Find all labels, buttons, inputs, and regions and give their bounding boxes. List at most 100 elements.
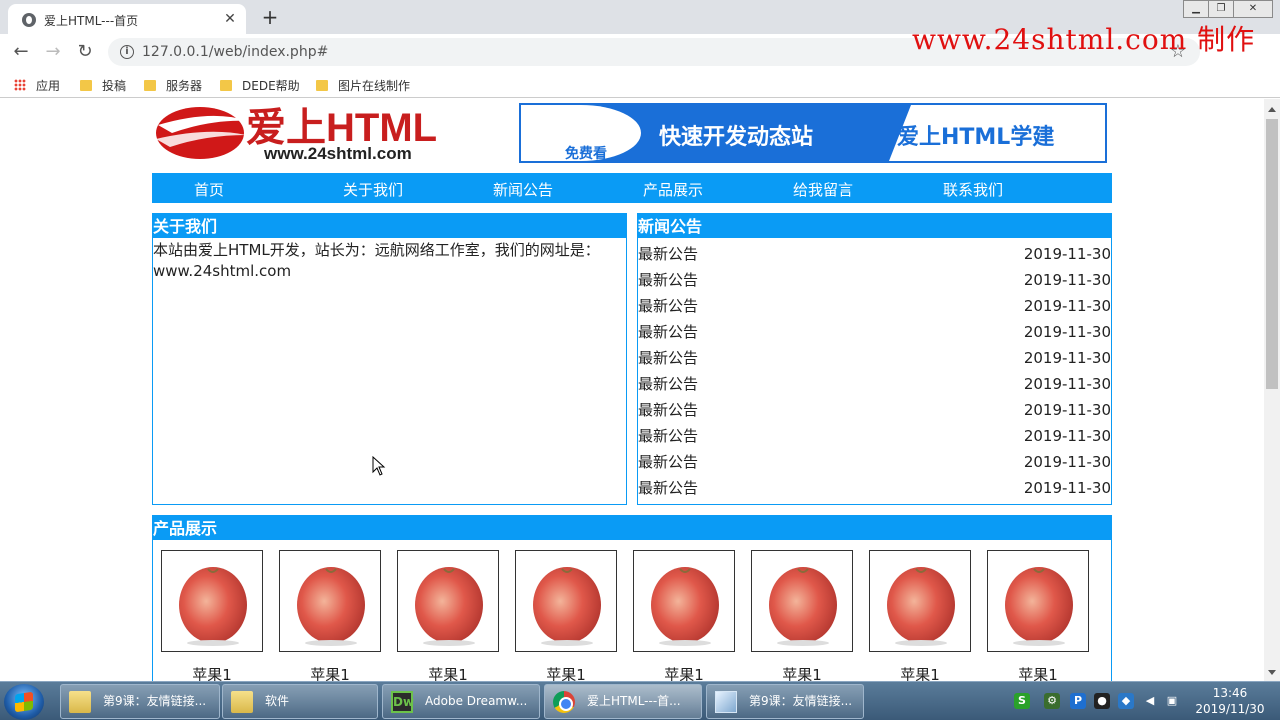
clock[interactable]: 13:46 2019/11/30	[1188, 685, 1272, 717]
product-name[interactable]: 苹果1	[869, 664, 971, 681]
taskbar-item-explorer-2[interactable]: 软件	[222, 684, 378, 719]
product-name[interactable]: 苹果1	[161, 664, 263, 681]
bookmarks-bar: 应用 投稿 服务器 DEDE帮助 图片在线制作	[0, 70, 1280, 98]
product-image[interactable]	[633, 550, 735, 652]
nav-about[interactable]: 关于我们	[298, 179, 448, 200]
p-icon[interactable]: P	[1070, 693, 1086, 709]
product-name[interactable]: 苹果1	[633, 664, 735, 681]
about-body: 本站由爱上HTML开发，站长为：远航网络工作室，我们的网址是：www.24sht…	[153, 241, 600, 280]
maximize-button[interactable]: ❐	[1208, 0, 1234, 18]
back-icon[interactable]: ←	[10, 41, 32, 63]
product-image[interactable]	[515, 550, 617, 652]
bookmark-label: 服务器	[166, 79, 203, 93]
product-card[interactable]: 苹果1	[869, 550, 971, 681]
shield-icon[interactable]: ◆	[1118, 693, 1134, 709]
product-name[interactable]: 苹果1	[751, 664, 853, 681]
nav-message[interactable]: 给我留言	[748, 179, 898, 200]
minimize-button[interactable]: ▁	[1183, 0, 1209, 18]
reload-icon[interactable]: ↻	[74, 41, 96, 63]
about-title: 关于我们	[153, 214, 626, 238]
bookmark-label: 应用	[36, 79, 61, 93]
bookmark-label: DEDE帮助	[242, 79, 300, 93]
about-panel: 关于我们 本站由爱上HTML开发，站长为：远航网络工作室，我们的网址是：www.…	[152, 213, 627, 505]
page-viewport: 爱上HTML www.24shtml.com 免费看 快速开发动态站 爱上HTM…	[0, 99, 1264, 681]
news-row[interactable]: 最新公告 2019-11-30	[638, 446, 1111, 472]
bookmark-server[interactable]: 服务器	[144, 77, 202, 94]
tab-title: 爱上HTML---首页	[44, 14, 139, 28]
news-item-title[interactable]: 最新公告	[638, 271, 698, 289]
vertical-scrollbar[interactable]	[1264, 99, 1280, 681]
taskbar-item-notepad[interactable]: 第9课：友情链接...	[706, 684, 864, 719]
banner-ad[interactable]: 免费看 快速开发动态站 爱上HTML学建	[519, 103, 1107, 163]
product-card[interactable]: 苹果1	[515, 550, 617, 681]
news-row[interactable]: 最新公告 2019-11-30	[638, 368, 1111, 394]
scroll-up-icon[interactable]	[1268, 107, 1276, 112]
news-item-title[interactable]: 最新公告	[638, 401, 698, 419]
network-share-icon[interactable]: ⚙	[1044, 693, 1060, 709]
qq-icon[interactable]: ●	[1094, 693, 1110, 709]
sogou-icon[interactable]: S	[1014, 693, 1030, 709]
taskbar-item-explorer-1[interactable]: 第9课：友情链接...	[60, 684, 220, 719]
product-name[interactable]: 苹果1	[397, 664, 499, 681]
news-item-title[interactable]: 最新公告	[638, 349, 698, 367]
taskbar-item-dreamweaver[interactable]: Dw Adobe Dreamw...	[382, 684, 540, 719]
browser-tab-active[interactable]: 爱上HTML---首页 ✕	[8, 4, 246, 34]
network-icon[interactable]: ▣	[1164, 693, 1180, 709]
close-window-button[interactable]: ✕	[1233, 0, 1273, 18]
banner-slogan: 快速开发动态站	[659, 125, 814, 150]
news-row[interactable]: 最新公告 2019-11-30	[638, 472, 1111, 498]
news-row[interactable]: 最新公告 2019-11-30	[638, 420, 1111, 446]
product-card[interactable]: 苹果1	[633, 550, 735, 681]
bookmark-apps[interactable]: 应用	[14, 77, 60, 94]
nav-home[interactable]: 首页	[134, 179, 284, 200]
news-item-title[interactable]: 最新公告	[638, 453, 698, 471]
product-image[interactable]	[279, 550, 381, 652]
nav-news[interactable]: 新闻公告	[448, 179, 598, 200]
taskbar-item-chrome[interactable]: 爱上HTML---首...	[544, 684, 702, 719]
product-image[interactable]	[751, 550, 853, 652]
new-tab-button[interactable]: +	[258, 5, 282, 29]
news-item-title[interactable]: 最新公告	[638, 323, 698, 341]
scrollbar-thumb[interactable]	[1266, 119, 1278, 389]
info-icon[interactable]: i	[120, 45, 134, 59]
products-panel: 产品展示 苹果1 苹果1 苹果1 苹果1 苹果1 苹果1 苹果1 苹果1	[152, 515, 1112, 681]
product-image[interactable]	[869, 550, 971, 652]
news-row[interactable]: 最新公告 2019-11-30	[638, 264, 1111, 290]
start-button[interactable]	[4, 684, 44, 720]
product-image[interactable]	[161, 550, 263, 652]
watermark-text: www.24shtml.com 制作	[912, 23, 1256, 56]
news-item-title[interactable]: 最新公告	[638, 375, 698, 393]
close-tab-icon[interactable]: ✕	[220, 9, 240, 29]
news-item-title[interactable]: 最新公告	[638, 427, 698, 445]
nav-products[interactable]: 产品展示	[598, 179, 748, 200]
product-card[interactable]: 苹果1	[279, 550, 381, 681]
volume-icon[interactable]: ◀	[1142, 693, 1158, 709]
news-row[interactable]: 最新公告 2019-11-30	[638, 238, 1111, 264]
product-image[interactable]	[397, 550, 499, 652]
product-name[interactable]: 苹果1	[279, 664, 381, 681]
nav-contact[interactable]: 联系我们	[898, 179, 1048, 200]
news-title: 新闻公告	[638, 214, 1111, 238]
product-card[interactable]: 苹果1	[161, 550, 263, 681]
product-name[interactable]: 苹果1	[515, 664, 617, 681]
news-item-title[interactable]: 最新公告	[638, 479, 698, 497]
product-card[interactable]: 苹果1	[987, 550, 1089, 681]
product-image[interactable]	[987, 550, 1089, 652]
news-row[interactable]: 最新公告 2019-11-30	[638, 394, 1111, 420]
bookmark-label: 投稿	[102, 79, 127, 93]
forward-icon[interactable]: →	[42, 41, 64, 63]
bookmark-tougao[interactable]: 投稿	[80, 77, 126, 94]
bookmark-dede[interactable]: DEDE帮助	[220, 77, 300, 94]
news-item-title[interactable]: 最新公告	[638, 245, 698, 263]
banner-brand: 爱上HTML学建	[897, 125, 1055, 150]
news-row[interactable]: 最新公告 2019-11-30	[638, 342, 1111, 368]
product-name[interactable]: 苹果1	[987, 664, 1089, 681]
scroll-down-icon[interactable]	[1268, 670, 1276, 675]
news-item-title[interactable]: 最新公告	[638, 297, 698, 315]
folder-icon	[316, 80, 328, 91]
news-row[interactable]: 最新公告 2019-11-30	[638, 290, 1111, 316]
product-card[interactable]: 苹果1	[397, 550, 499, 681]
product-card[interactable]: 苹果1	[751, 550, 853, 681]
bookmark-image-tool[interactable]: 图片在线制作	[316, 77, 410, 94]
news-row[interactable]: 最新公告 2019-11-30	[638, 316, 1111, 342]
